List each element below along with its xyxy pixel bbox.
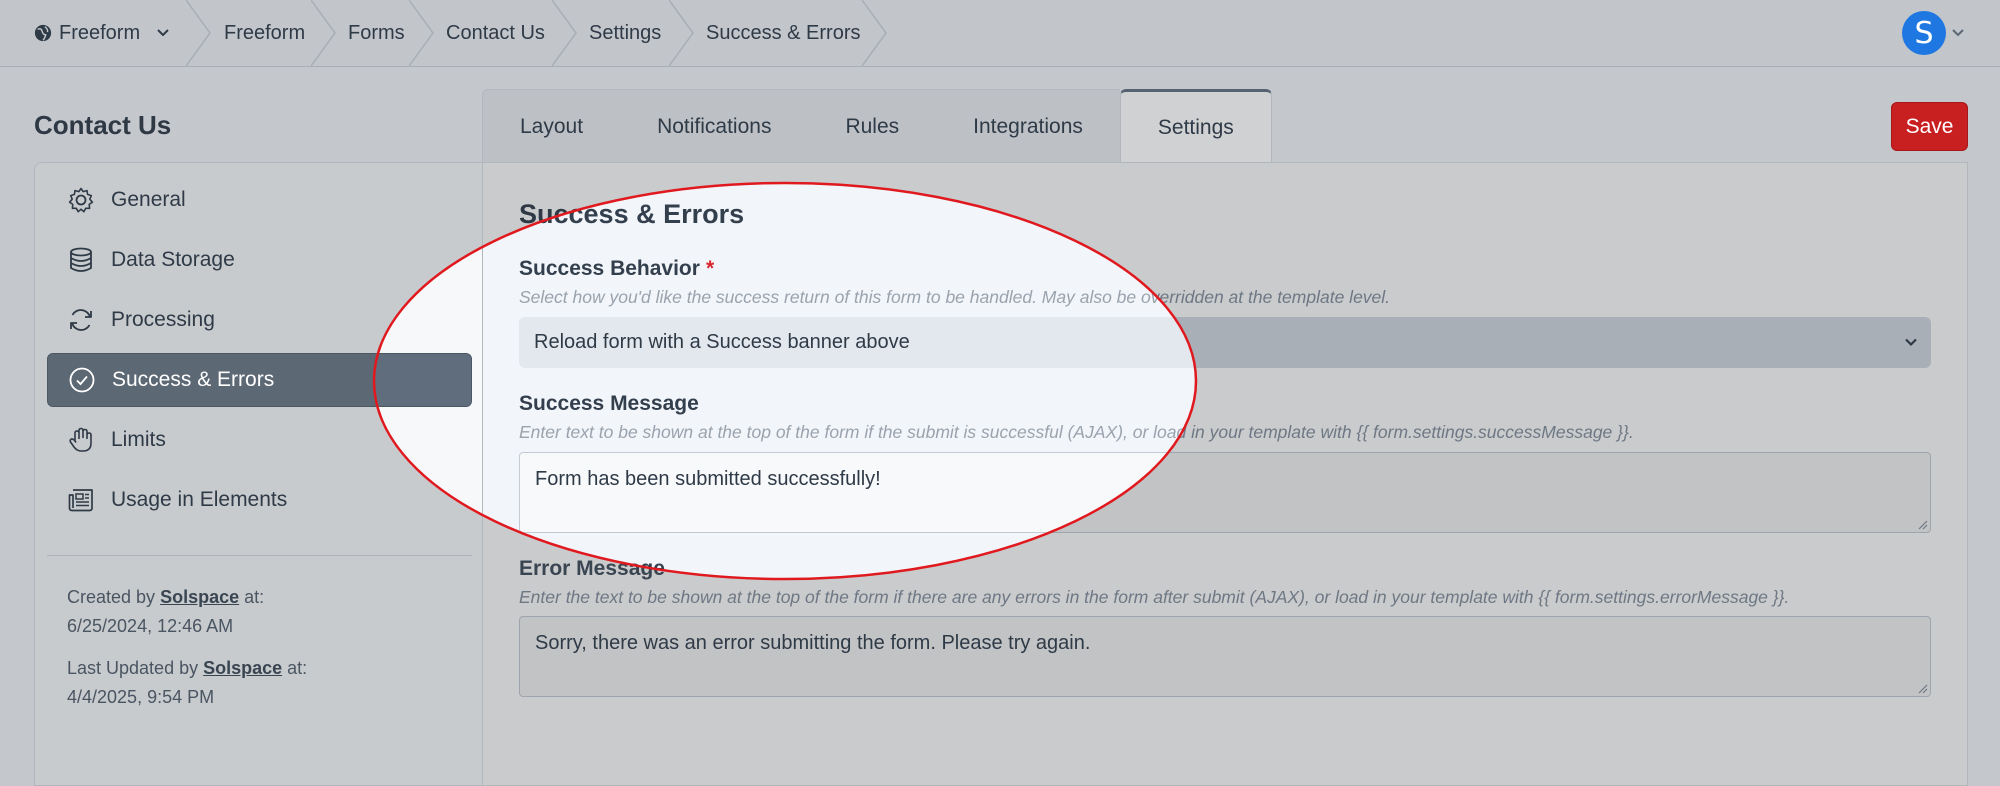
tab-label: Rules	[845, 114, 900, 138]
breadcrumb-item-forms[interactable]: Forms	[348, 0, 405, 66]
breadcrumb-label: Forms	[348, 21, 405, 44]
breadcrumb-separator	[669, 0, 694, 66]
database-icon	[70, 247, 92, 272]
sidebar-item-label: Data Storage	[111, 248, 235, 271]
breadcrumb-separator	[186, 0, 211, 66]
sidebar-item-label: General	[111, 188, 186, 211]
breadcrumb-label: Success & Errors	[706, 21, 861, 44]
created-date: 6/25/2024, 12:46 AM	[67, 616, 234, 636]
tab-settings[interactable]: Settings	[1119, 89, 1272, 163]
settings-sidebar: General Data Storage Processing Success …	[34, 162, 483, 786]
save-button[interactable]: Save	[1891, 102, 1968, 151]
created-prefix: Created by	[67, 587, 156, 607]
gear-icon	[68, 187, 94, 213]
breadcrumb-separator	[862, 0, 887, 66]
created-suffix: at:	[244, 587, 265, 607]
textarea-value: Sorry, there was an error submitting the…	[535, 632, 1091, 654]
updated-prefix: Last Updated by	[67, 658, 199, 678]
created-by-link[interactable]: Solspace	[160, 587, 239, 607]
sidebar-item-usage-in-elements[interactable]: Usage in Elements	[47, 473, 472, 527]
tab-label: Layout	[520, 114, 584, 138]
globe-icon	[34, 24, 52, 42]
created-info: Created by Solspace at: 6/25/2024, 12:46…	[67, 583, 264, 641]
chevron-down-icon	[1905, 338, 1917, 347]
breadcrumb-label: Settings	[589, 21, 662, 44]
tab-label: Notifications	[657, 114, 772, 138]
breadcrumb-label: Freeform	[59, 21, 141, 44]
sidebar-item-label: Usage in Elements	[111, 488, 288, 511]
breadcrumb-item-settings[interactable]: Settings	[589, 0, 661, 66]
page-title: Contact Us	[34, 110, 172, 140]
textarea-value: Form has been submitted successfully!	[535, 468, 881, 490]
sidebar-item-label: Processing	[111, 308, 215, 331]
avatar[interactable]: S	[1902, 11, 1946, 55]
avatar-letter: S	[1914, 15, 1934, 51]
sidebar-item-general[interactable]: General	[47, 173, 472, 227]
breadcrumb-item-contact-us[interactable]: Contact Us	[446, 0, 545, 66]
tab-label: Integrations	[973, 114, 1083, 138]
error-message-help: Enter the text to be shown at the top of…	[519, 587, 1790, 607]
hand-icon	[69, 427, 92, 452]
sidebar-item-label: Limits	[111, 428, 166, 451]
newspaper-icon	[68, 489, 93, 512]
sidebar-divider	[47, 555, 472, 556]
tab-layout[interactable]: Layout	[482, 89, 621, 163]
updated-suffix: at:	[287, 658, 308, 678]
breadcrumb-label: Freeform	[224, 21, 306, 44]
breadcrumb-label: Contact Us	[446, 21, 545, 44]
tab-rules[interactable]: Rules	[808, 89, 937, 163]
success-message-label: Success Message	[519, 392, 699, 415]
tab-label: Settings	[1157, 115, 1234, 139]
tab-notifications[interactable]: Notifications	[620, 89, 809, 163]
updated-date: 4/4/2025, 9:54 PM	[67, 687, 215, 707]
breadcrumb-item-freeform[interactable]: Freeform	[224, 0, 305, 66]
updated-info: Last Updated by Solspace at: 4/4/2025, 9…	[67, 654, 307, 712]
sidebar-item-data-storage[interactable]: Data Storage	[47, 233, 472, 287]
breadcrumb-site-switcher[interactable]: Freeform	[34, 0, 170, 66]
breadcrumb-item-success-errors[interactable]: Success & Errors	[706, 0, 860, 66]
resize-handle-icon[interactable]	[1916, 682, 1928, 694]
breadcrumb-separator	[552, 0, 577, 66]
chevron-down-icon[interactable]	[1951, 26, 1965, 40]
field-label-text: Success Behavior	[519, 257, 700, 280]
select-value: Reload form with a Success banner above	[534, 331, 910, 353]
chevron-down-icon	[157, 29, 169, 37]
tab-integrations[interactable]: Integrations	[936, 89, 1120, 163]
sidebar-item-label: Success & Errors	[112, 368, 275, 391]
success-behavior-label: Success Behavior*	[519, 257, 714, 281]
required-marker: *	[705, 257, 715, 280]
check-circle-icon	[69, 367, 95, 393]
refresh-icon	[70, 309, 92, 331]
resize-handle-icon[interactable]	[1916, 518, 1928, 530]
updated-by-link[interactable]: Solspace	[203, 658, 282, 678]
tab-bar: Layout Notifications Rules Integrations …	[482, 89, 1272, 163]
breadcrumb-separator	[311, 0, 336, 66]
breadcrumb: Freeform Freeform Forms Contact Us Setti…	[0, 0, 2000, 67]
error-message-textarea[interactable]: Sorry, there was an error submitting the…	[519, 616, 1931, 697]
breadcrumb-separator	[409, 0, 434, 66]
